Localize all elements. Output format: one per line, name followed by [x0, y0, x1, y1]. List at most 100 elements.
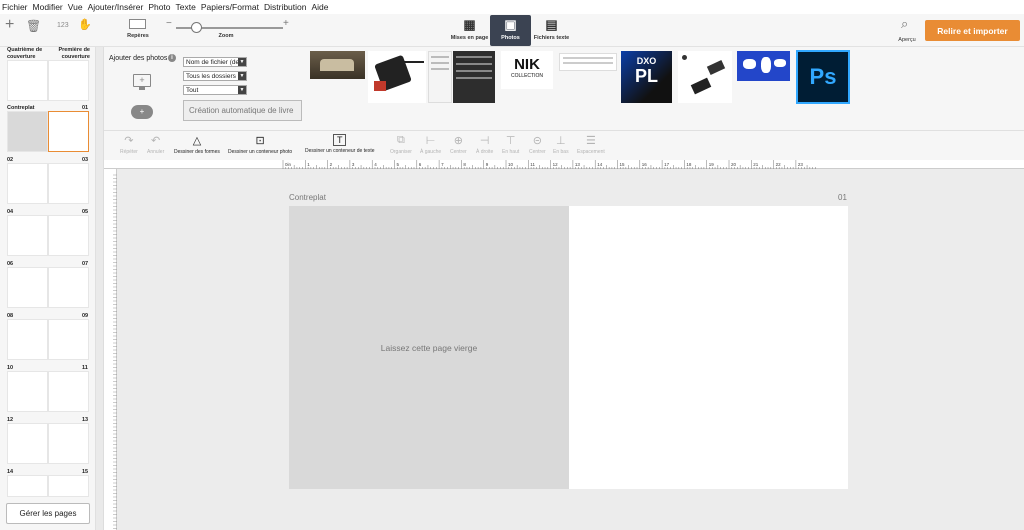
- spread-page[interactable]: [7, 475, 48, 497]
- draw-text-box-label: Dessiner un conteneur de texte: [305, 148, 375, 154]
- preview-label[interactable]: Aperçu: [894, 37, 920, 43]
- spread-page[interactable]: [48, 475, 89, 497]
- photo-thumb-dark-ui[interactable]: [453, 51, 495, 103]
- tab-text-files[interactable]: ▤ Fichiers texte: [531, 15, 572, 46]
- folder-select[interactable]: Tous les dossiers ▼: [183, 71, 247, 81]
- spread-page-selected[interactable]: [48, 111, 89, 152]
- ruler-tick-label: 10: [508, 162, 514, 167]
- align-top-button[interactable]: ⊤ En haut: [502, 134, 519, 155]
- tab-layouts[interactable]: ▦ Mises en page: [449, 15, 490, 46]
- zoom-out-icon[interactable]: −: [166, 19, 172, 29]
- photo-box-icon: ⊡: [255, 135, 265, 147]
- edit-toolbar: ↷ Répéter ↶ Annuler △ Dessiner des formes ⊡…: [104, 131, 1024, 160]
- zoom-slider-knob[interactable]: [191, 22, 202, 33]
- review-import-button[interactable]: Relire et importer: [925, 20, 1020, 41]
- preview-search-icon[interactable]: ⌕: [901, 17, 908, 30]
- align-left-button[interactable]: ⊢ À gauche: [420, 134, 441, 155]
- panel-scrollbar[interactable]: [96, 47, 104, 530]
- cloud-icon[interactable]: +: [131, 105, 153, 119]
- menu-aide[interactable]: Aide: [312, 2, 329, 12]
- spreads-panel: Quatrième de couverture Première de couv…: [0, 47, 96, 530]
- spread-page-back-cover[interactable]: [7, 60, 48, 101]
- auto-book-button[interactable]: Création automatique de livre: [183, 100, 302, 121]
- page-number-button[interactable]: 123: [57, 22, 69, 29]
- menu-fichier[interactable]: Fichier: [2, 2, 28, 12]
- ruler-tick-label: 16: [642, 162, 648, 167]
- computer-icon[interactable]: +: [133, 74, 151, 87]
- ps-logo-text: Ps: [809, 64, 837, 89]
- align-bottom-button[interactable]: ⊥ En bas: [553, 134, 569, 155]
- spread-page[interactable]: [7, 267, 48, 308]
- undo-button[interactable]: ↶ Annuler: [147, 134, 164, 155]
- menu-ajouter[interactable]: Ajouter/Insérer: [88, 2, 144, 12]
- text-box-icon: T: [333, 134, 347, 146]
- guides-icon[interactable]: [129, 19, 146, 29]
- ruler-tick-label: 23: [798, 162, 804, 167]
- align-right-label: À droite: [476, 149, 494, 155]
- left-page-label: Contreplat: [289, 193, 326, 202]
- arrange-button[interactable]: ⧉ Organiser: [390, 134, 412, 155]
- pan-hand-icon[interactable]: ✋: [78, 20, 92, 31]
- ruler-tick-label: 8: [463, 162, 466, 167]
- zoom-in-icon[interactable]: +: [283, 19, 289, 29]
- right-page[interactable]: [569, 206, 848, 489]
- ruler-ticks: 0in 1 2 3 4 5 6 7 8 9 10 11 12 13 14 15 16 17 18 19 20 21 22 23: [282, 160, 816, 169]
- spread-page-endpaper[interactable]: [7, 111, 48, 152]
- menu-vue[interactable]: Vue: [68, 2, 83, 12]
- draw-shapes-button[interactable]: △ Dessiner des formes: [174, 134, 220, 155]
- photo-thumb-wide-screenshot[interactable]: [559, 53, 617, 71]
- photos-icon: ▣: [504, 17, 517, 32]
- shapes-icon: △: [192, 135, 202, 147]
- menu-modifier[interactable]: Modifier: [33, 2, 63, 12]
- align-center-button[interactable]: ⊕ Centrer: [450, 134, 467, 155]
- left-page-blank[interactable]: Laissez cette page vierge: [289, 206, 569, 489]
- right-page-label: 01: [838, 193, 847, 202]
- spread-page[interactable]: [7, 319, 48, 360]
- redo-label: Répéter: [120, 149, 138, 155]
- ruler-tick-label: 22: [776, 162, 782, 167]
- computer-stand: [139, 87, 145, 90]
- spread-page-front-cover[interactable]: [48, 60, 89, 101]
- ruler-tick-label: 15: [620, 162, 626, 167]
- menu-distribution[interactable]: Distribution: [264, 2, 307, 12]
- photo-thumb-dxo-logo[interactable]: DXO PL: [621, 51, 672, 103]
- spread-page[interactable]: [48, 163, 89, 204]
- draw-photo-box-button[interactable]: ⊡ Dessiner un conteneur photo: [228, 134, 292, 155]
- photo-thumb-world-map[interactable]: [737, 51, 790, 81]
- spread-page[interactable]: [48, 319, 89, 360]
- photo-thumb-landscape[interactable]: [310, 51, 365, 79]
- sort-select[interactable]: Nom de fichier (de ▼: [183, 57, 247, 67]
- trash-icon[interactable]: 🗑: [26, 20, 41, 32]
- spread-page[interactable]: [48, 267, 89, 308]
- redo-button[interactable]: ↷ Répéter: [120, 134, 138, 155]
- menu-photo[interactable]: Photo: [148, 2, 170, 12]
- photo-thumb-card-reader[interactable]: [368, 51, 426, 103]
- spacing-button[interactable]: ☰ Espacement: [577, 134, 605, 155]
- tab-photos[interactable]: ▣ Photos: [490, 15, 531, 46]
- chevron-down-icon: ▼: [238, 58, 246, 66]
- info-icon[interactable]: i: [168, 54, 176, 62]
- align-bottom-label: En bas: [553, 149, 569, 155]
- spread-page[interactable]: [7, 423, 48, 464]
- spread-page[interactable]: [48, 423, 89, 464]
- spread-page[interactable]: [7, 163, 48, 204]
- draw-text-box-button[interactable]: T Dessiner un conteneur de texte: [305, 134, 375, 154]
- manage-pages-button[interactable]: Gérer les pages: [6, 503, 90, 524]
- add-page-icon[interactable]: +: [5, 17, 14, 33]
- filter-select[interactable]: Tout ▼: [183, 85, 247, 95]
- photo-thumb-usb-reader[interactable]: [678, 51, 732, 103]
- spread-page[interactable]: [48, 215, 89, 256]
- align-middle-button[interactable]: ⊝ Centrer: [529, 134, 546, 155]
- align-left-icon: ⊢: [425, 135, 436, 147]
- menu-texte[interactable]: Texte: [176, 2, 196, 12]
- vertical-ruler-ticks: [113, 174, 117, 529]
- spread-page[interactable]: [7, 371, 48, 412]
- photo-thumb-photoshop-logo[interactable]: Ps: [796, 50, 850, 104]
- menu-papiers[interactable]: Papiers/Format: [201, 2, 259, 12]
- nik-logo-text: NIK: [514, 56, 540, 73]
- spread-page[interactable]: [7, 215, 48, 256]
- align-right-button[interactable]: ⊣ À droite: [476, 134, 493, 155]
- photo-thumb-nik-logo[interactable]: NIK COLLECTION: [501, 51, 553, 89]
- photo-thumb-screenshot[interactable]: [428, 51, 452, 103]
- spread-page[interactable]: [48, 371, 89, 412]
